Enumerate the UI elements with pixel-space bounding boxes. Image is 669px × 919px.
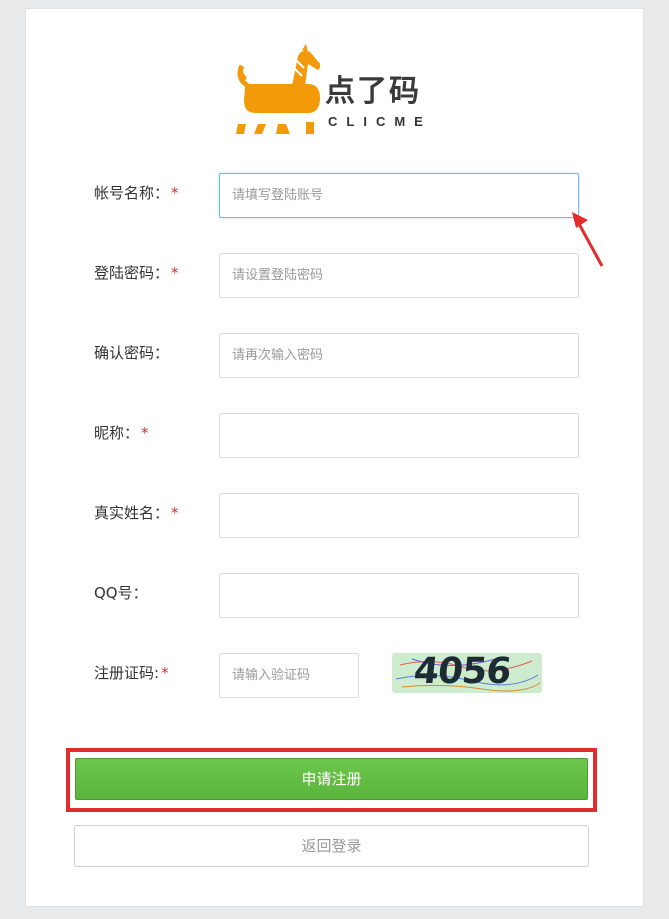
- realname-input[interactable]: [219, 493, 579, 538]
- account-placeholder: 请填写登陆账号: [232, 188, 324, 203]
- back-to-login-button[interactable]: 返回登录: [74, 825, 589, 867]
- captcha-input[interactable]: 请输入验证码: [219, 653, 359, 698]
- captcha-code: 4056: [411, 653, 513, 692]
- horse-logo-icon: [236, 44, 322, 134]
- submit-register-button[interactable]: 申请注册: [75, 758, 588, 800]
- confirm-label: 确认密码：: [94, 344, 170, 362]
- required-mark: *: [141, 424, 149, 442]
- nickname-label: 昵称： *: [94, 424, 149, 442]
- password-input[interactable]: 请设置登陆密码: [219, 253, 579, 298]
- password-label: 登陆密码： *: [94, 264, 179, 282]
- account-label: 帐号名称： *: [94, 184, 179, 202]
- nickname-input[interactable]: [219, 413, 579, 458]
- brand-logo: 点了码 CLICME: [210, 38, 450, 138]
- code-label: 注册证码: *: [94, 664, 169, 682]
- confirm-password-input[interactable]: 请再次输入密码: [219, 333, 579, 378]
- qq-label: QQ号：: [94, 584, 148, 602]
- password-placeholder: 请设置登陆密码: [232, 268, 324, 283]
- qq-input[interactable]: [219, 573, 579, 618]
- account-input[interactable]: 请填写登陆账号: [219, 173, 579, 218]
- brand-name: 点了码: [325, 74, 421, 109]
- confirm-placeholder: 请再次输入密码: [232, 348, 324, 363]
- required-mark: *: [171, 184, 179, 202]
- captcha-image[interactable]: 4056: [392, 653, 542, 693]
- required-mark: *: [171, 264, 179, 282]
- realname-label: 真实姓名： *: [94, 504, 179, 522]
- brand-subtitle: CLICME: [328, 114, 432, 129]
- required-mark: *: [171, 504, 179, 522]
- required-mark: *: [161, 664, 169, 682]
- captcha-placeholder: 请输入验证码: [232, 668, 311, 683]
